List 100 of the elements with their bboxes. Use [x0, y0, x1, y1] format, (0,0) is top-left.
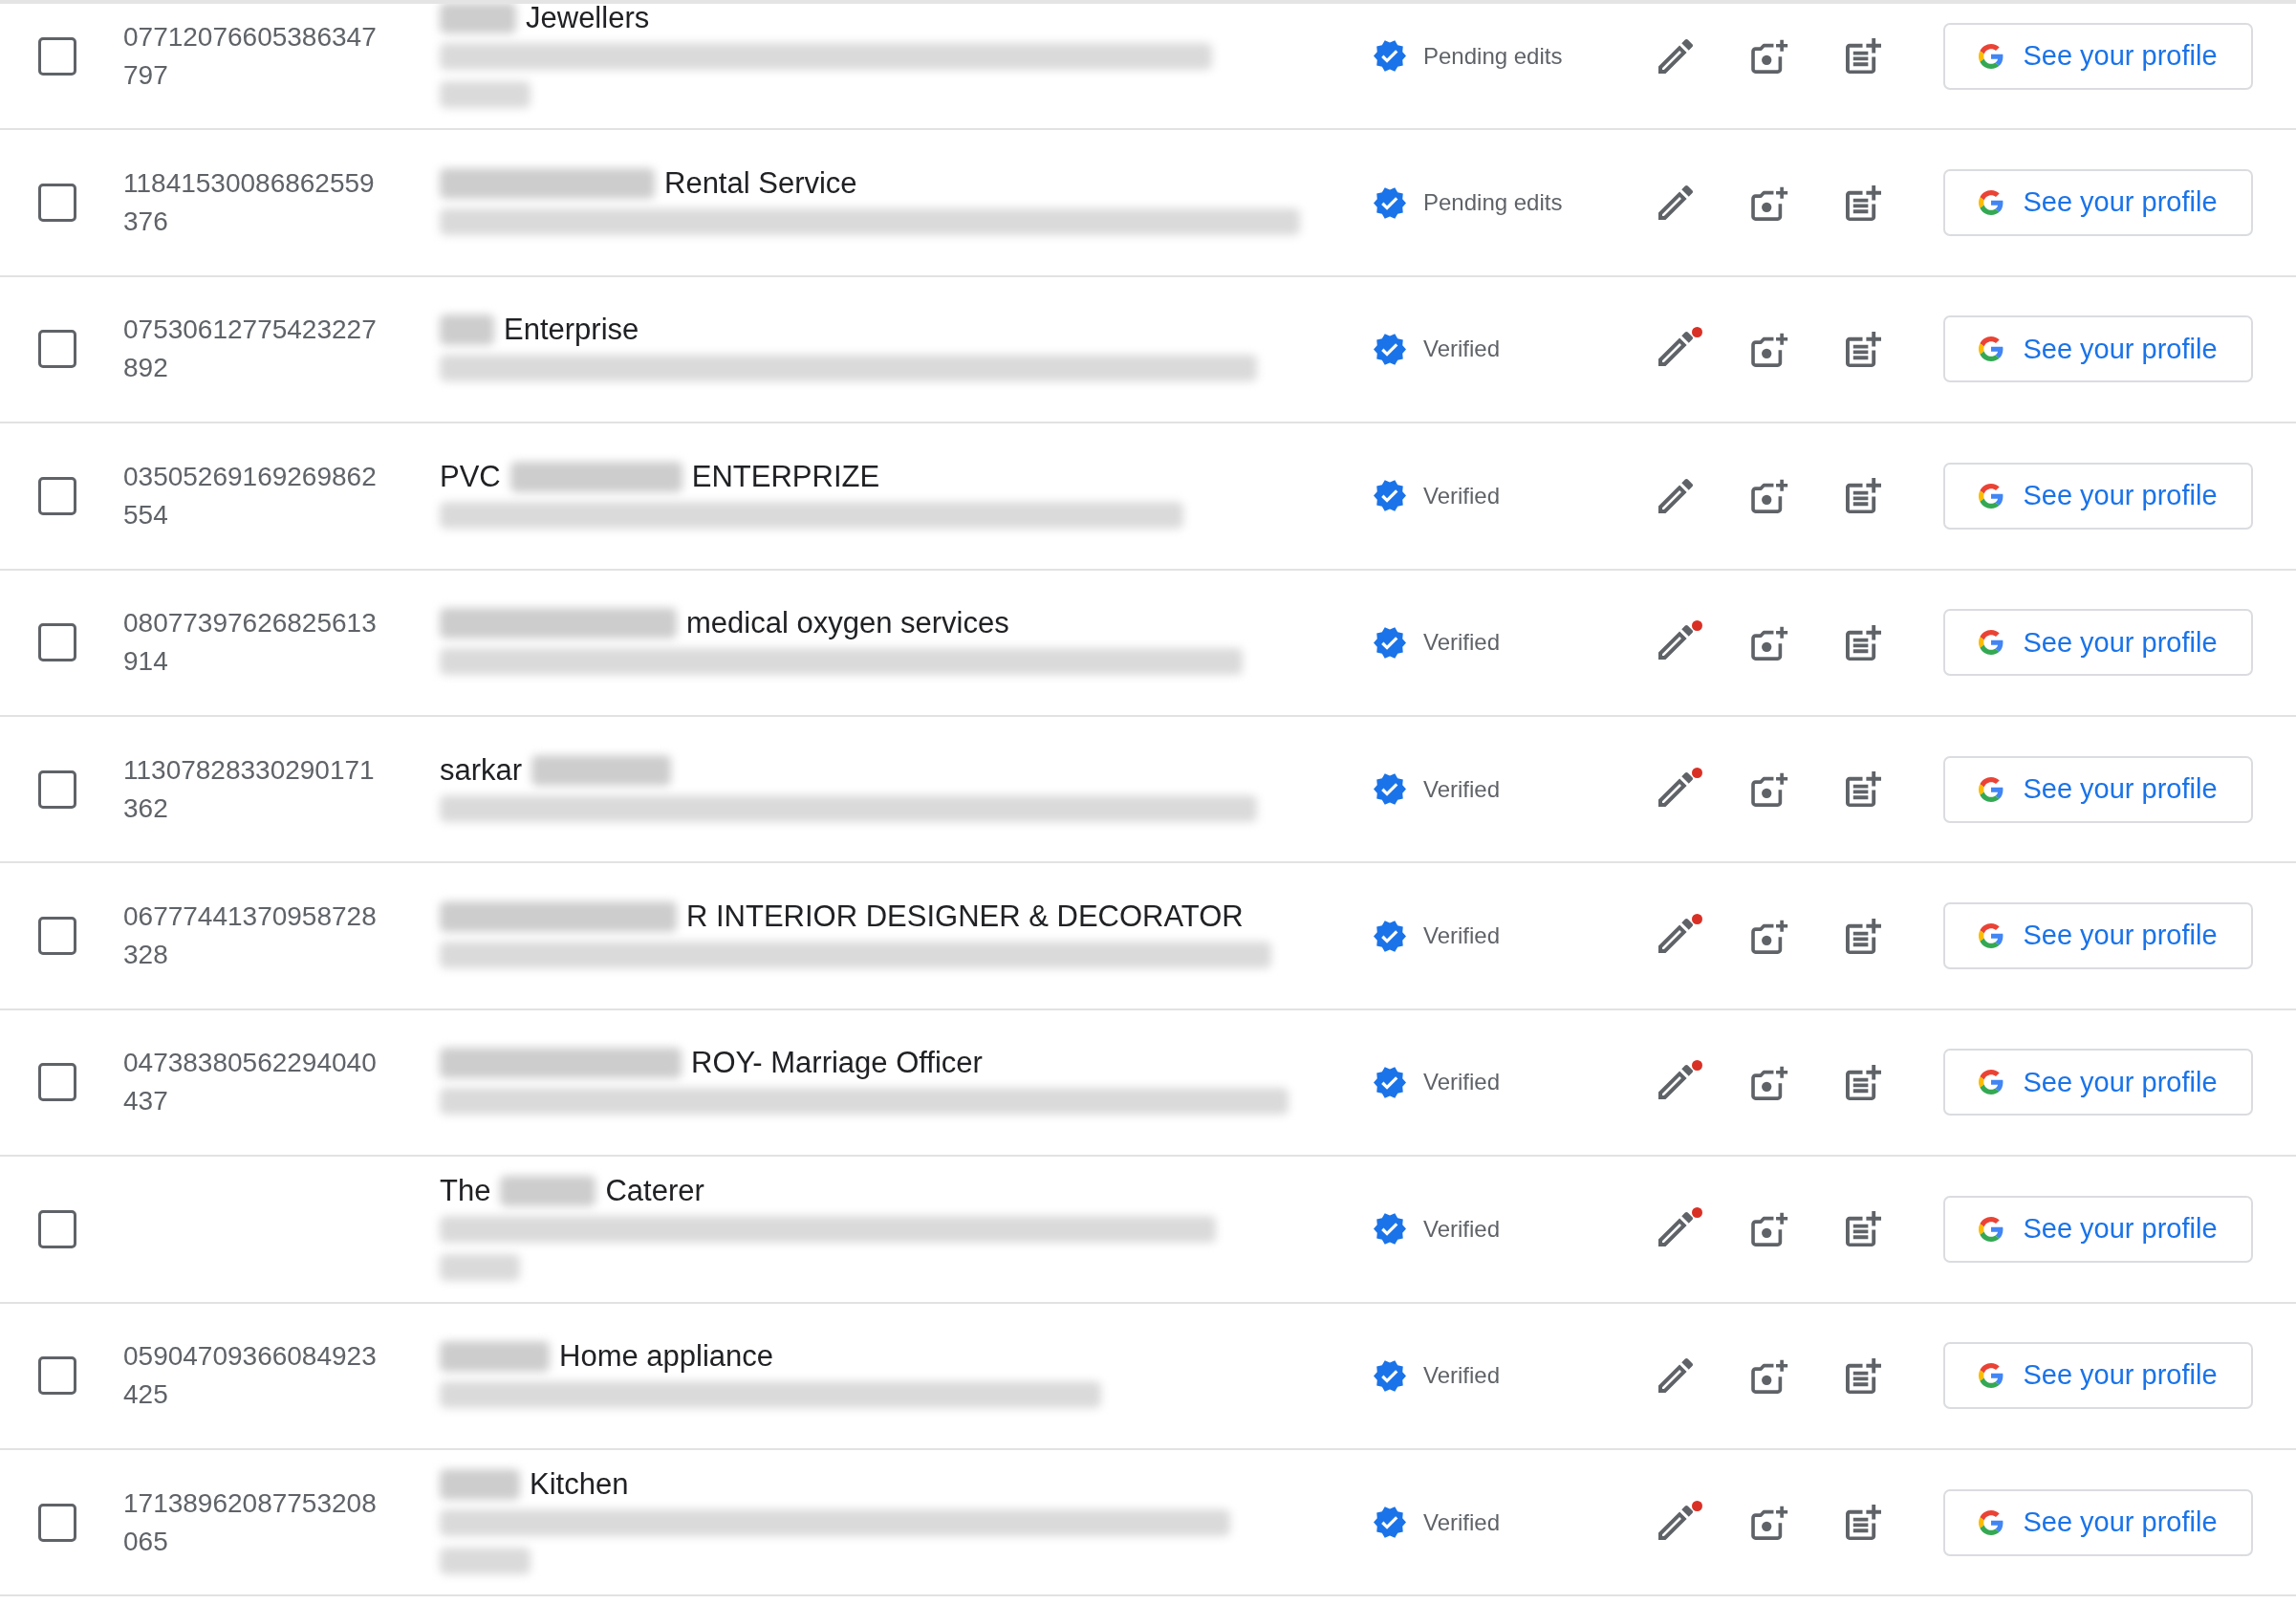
business-name: R INTERIOR DESIGNER & DECORATOR: [686, 899, 1244, 936]
google-logo-icon: [1979, 1363, 2004, 1389]
camera-plus-icon: [1751, 624, 1789, 661]
checkbox[interactable]: [38, 917, 76, 956]
pencil-icon: [1658, 38, 1693, 74]
verified-badge-icon: [1374, 1359, 1406, 1392]
see-profile-button[interactable]: See your profile: [1943, 1488, 2253, 1556]
profile-id: 03505269169269862554: [123, 460, 378, 531]
see-profile-button[interactable]: See your profile: [1943, 315, 2253, 383]
business-name: ENTERPRIZE: [691, 458, 880, 495]
camera-plus-icon: [1751, 184, 1789, 221]
status-label: Verified: [1423, 628, 1501, 658]
verified-badge-icon: [1374, 1213, 1406, 1246]
checkbox[interactable]: [38, 1503, 76, 1542]
verified-badge-icon: [1374, 773, 1406, 806]
google-logo-icon: [1979, 1216, 2004, 1242]
status-label: Verified: [1423, 481, 1501, 510]
verified-badge-icon: [1374, 333, 1406, 365]
camera-plus-icon: [1751, 1505, 1789, 1541]
document-plus-icon: [1845, 478, 1881, 514]
pencil-icon: [1658, 1211, 1693, 1246]
camera-plus-icon: [1751, 38, 1789, 75]
pencil-icon: [1658, 478, 1693, 513]
profile-id: 05904709366084923425: [123, 1340, 378, 1412]
camera-plus-icon: [1751, 478, 1789, 514]
business-name: medical oxygen services: [686, 605, 1009, 642]
profile-id: 11841530086862559376: [123, 167, 376, 239]
pencil-icon: [1658, 625, 1693, 661]
business-name: Home appliance: [559, 1338, 774, 1376]
pencil-icon: [1658, 919, 1693, 954]
google-logo-icon: [1979, 923, 2004, 949]
document-plus-icon: [1845, 331, 1881, 367]
verified-badge-icon: [1374, 626, 1406, 659]
google-logo-icon: [1979, 43, 2004, 69]
google-logo-icon: [1979, 190, 2004, 216]
verified-badge-icon: [1374, 920, 1406, 952]
business-name: Enterprise: [504, 312, 639, 349]
see-profile-button[interactable]: See your profile: [1943, 22, 2253, 90]
checkbox[interactable]: [38, 36, 76, 76]
document-plus-icon: [1845, 771, 1881, 808]
camera-plus-icon: [1751, 1211, 1789, 1247]
see-profile-button[interactable]: See your profile: [1943, 1049, 2253, 1116]
see-profile-button[interactable]: See your profile: [1943, 755, 2253, 823]
profile-id: 04738380562294040437: [123, 1047, 378, 1118]
checkbox[interactable]: [38, 1063, 76, 1102]
verified-badge-icon: [1374, 480, 1406, 512]
business-name: The: [440, 1172, 491, 1209]
camera-plus-icon: [1751, 331, 1789, 367]
business-name: ROY- Marriage Officer: [691, 1045, 983, 1082]
camera-plus-icon: [1751, 771, 1789, 808]
google-logo-icon: [1979, 336, 2004, 362]
see-profile-button[interactable]: See your profile: [1943, 902, 2253, 970]
checkbox[interactable]: [38, 623, 76, 662]
checkbox[interactable]: [38, 1209, 76, 1248]
profile-id: 07712076605386347797: [123, 20, 378, 92]
see-profile-button[interactable]: See your profile: [1943, 1195, 2253, 1263]
see-profile-button[interactable]: See your profile: [1943, 1342, 2253, 1410]
google-logo-icon: [1979, 1070, 2004, 1095]
status-label: Verified: [1423, 1361, 1501, 1391]
business-name: Kitchen: [530, 1465, 629, 1503]
see-profile-button[interactable]: See your profile: [1943, 169, 2253, 237]
pencil-icon: [1658, 332, 1693, 367]
camera-plus-icon: [1751, 918, 1789, 954]
profile-id: 17138962087753208065: [123, 1486, 378, 1558]
document-plus-icon: [1845, 1211, 1881, 1247]
business-name: PVC: [440, 458, 501, 495]
document-plus-icon: [1845, 918, 1881, 954]
blurred-text: [440, 314, 494, 346]
profile-id: 07530612775423227892: [123, 314, 378, 385]
pencil-icon: [1658, 1065, 1693, 1100]
business-name: sarkar: [440, 751, 523, 789]
status-label: Verified: [1423, 921, 1501, 951]
pencil-icon: [1658, 771, 1693, 807]
checkbox[interactable]: [38, 1356, 76, 1396]
status-label: Verified: [1423, 335, 1501, 364]
business-name: Caterer: [605, 1172, 704, 1209]
verified-badge-icon: [1374, 1506, 1406, 1539]
status-label: Pending edits: [1423, 188, 1563, 218]
verified-badge-icon: [1374, 1066, 1406, 1098]
status-label: Verified: [1423, 1214, 1501, 1244]
status-label: Pending edits: [1423, 41, 1563, 71]
checkbox[interactable]: [38, 769, 76, 809]
profile-id: 06777441370958728328: [123, 900, 378, 972]
google-logo-icon: [1979, 630, 2004, 656]
camera-plus-icon: [1751, 1357, 1789, 1394]
status-label: Verified: [1423, 774, 1501, 804]
document-plus-icon: [1845, 1357, 1881, 1394]
camera-plus-icon: [1751, 1064, 1789, 1100]
document-plus-icon: [1845, 1505, 1881, 1541]
document-plus-icon: [1845, 38, 1881, 75]
checkbox[interactable]: [38, 476, 76, 515]
verified-badge-icon: [1374, 186, 1406, 219]
business-name: Jewellers: [526, 4, 650, 36]
business-name: Rental Service: [664, 165, 857, 203]
google-logo-icon: [1979, 776, 2004, 802]
checkbox[interactable]: [38, 184, 76, 223]
checkbox[interactable]: [38, 330, 76, 369]
see-profile-button[interactable]: See your profile: [1943, 609, 2253, 677]
see-profile-button[interactable]: See your profile: [1943, 462, 2253, 530]
google-logo-icon: [1979, 483, 2004, 509]
